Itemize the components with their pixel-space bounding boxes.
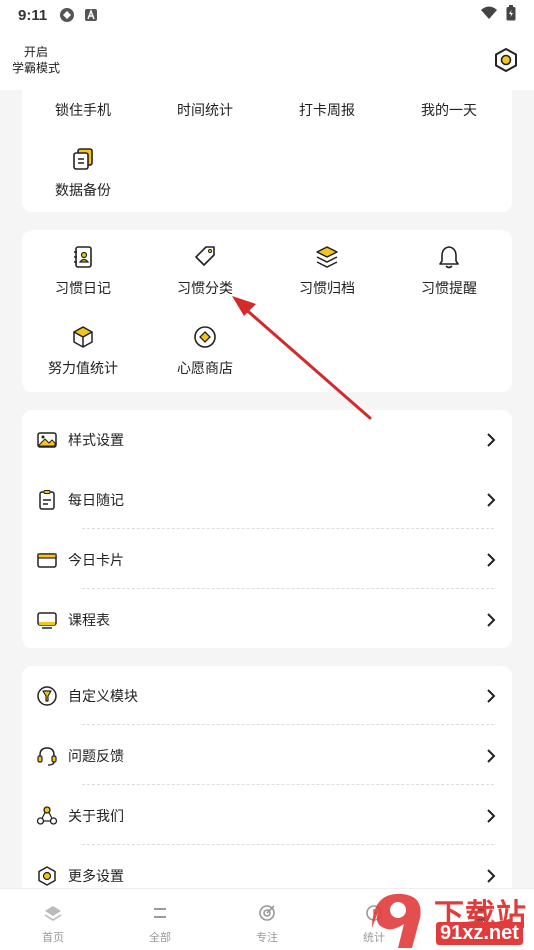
- nav-label: 全部: [149, 932, 171, 944]
- row-divider: [82, 724, 494, 725]
- app-status-icon: [59, 7, 75, 23]
- backup-icon: [70, 146, 96, 172]
- row-label: 每日随记: [68, 492, 124, 508]
- bell-icon: [436, 244, 462, 270]
- status-bar: 9:11: [0, 0, 534, 30]
- row-label: 课程表: [68, 612, 110, 628]
- grid-effort-stats[interactable]: 努力值统计: [22, 324, 144, 378]
- nav-home[interactable]: 首页: [13, 903, 93, 945]
- chevron-right-icon: [484, 433, 498, 447]
- row-label: 问题反馈: [68, 748, 124, 764]
- bottom-nav: 首页 全部 专注 统计 我的: [0, 888, 534, 950]
- chevron-right-icon: [484, 553, 498, 567]
- row-custom-module[interactable]: 自定义模块: [22, 666, 512, 726]
- battery-icon: [506, 5, 516, 25]
- grid-habit-diary[interactable]: 习惯日记: [22, 244, 144, 298]
- grid-habit-reminder[interactable]: 习惯提醒: [388, 244, 510, 298]
- row-about-us[interactable]: 关于我们: [22, 786, 512, 846]
- grid-label: 数据备份: [55, 182, 111, 198]
- grid-label: 习惯日记: [55, 280, 111, 296]
- chevron-right-icon: [484, 613, 498, 627]
- row-label: 样式设置: [68, 432, 124, 448]
- chevron-right-icon: [484, 869, 498, 883]
- grid-label: 心愿商店: [177, 360, 233, 376]
- home-layers-icon: [43, 903, 63, 923]
- row-label: 自定义模块: [68, 688, 138, 704]
- clock-icon: [364, 903, 384, 923]
- nav-stats[interactable]: 统计: [334, 903, 414, 945]
- grid-habit-archive[interactable]: 习惯归档: [266, 244, 388, 298]
- team-icon: [36, 805, 58, 827]
- image-icon: [36, 429, 58, 451]
- wish-coin-icon: [192, 324, 218, 350]
- row-divider: [82, 844, 494, 845]
- clipboard-icon: [36, 489, 58, 511]
- diary-icon: [70, 244, 96, 270]
- row-label: 今日卡片: [68, 552, 124, 568]
- status-time: 9:11: [18, 6, 48, 24]
- chevron-right-icon: [484, 749, 498, 763]
- row-timetable[interactable]: 课程表: [22, 590, 512, 650]
- grid-label: 时间统计: [177, 102, 233, 118]
- grid-checkin-weekly[interactable]: 打卡周报: [266, 100, 388, 120]
- study-mode-line2: 学霸模式: [12, 61, 61, 75]
- nav-all[interactable]: 全部: [120, 903, 200, 945]
- cube-icon: [70, 324, 96, 350]
- grid-wish-store[interactable]: 心愿商店: [144, 324, 266, 378]
- row-feedback[interactable]: 问题反馈: [22, 726, 512, 786]
- hexagon-settings-icon: [36, 865, 58, 887]
- tag-icon: [192, 244, 218, 270]
- nav-focus[interactable]: 专注: [227, 903, 307, 945]
- row-today-card[interactable]: 今日卡片: [22, 530, 512, 590]
- study-mode-line1: 开启: [24, 45, 49, 59]
- nav-label: 统计: [363, 932, 385, 944]
- grid-label: 打卡周报: [299, 102, 355, 118]
- grid-data-backup[interactable]: 数据备份: [22, 146, 144, 200]
- nav-label: 我的: [470, 932, 492, 944]
- row-label: 更多设置: [68, 868, 124, 884]
- settings-list-card: 样式设置 每日随记 今日卡片 课程表: [22, 410, 512, 648]
- wifi-icon: [480, 6, 498, 24]
- header: 开启 学霸模式: [0, 30, 534, 90]
- chevron-right-icon: [484, 809, 498, 823]
- habit-card: 习惯日记 习惯分类 习惯归档 习惯提醒 努力值统计 心愿商店: [22, 230, 512, 392]
- grid-label: 习惯提醒: [421, 280, 477, 296]
- grid-label: 锁住手机: [55, 102, 111, 118]
- nav-mine[interactable]: 我的: [441, 903, 521, 945]
- list-icon: [150, 903, 170, 923]
- row-daily-notes[interactable]: 每日随记: [22, 470, 512, 530]
- grid-label: 努力值统计: [48, 360, 118, 376]
- layers-icon: [314, 244, 340, 270]
- target-icon: [257, 903, 277, 923]
- row-divider: [82, 784, 494, 785]
- nav-label: 首页: [42, 932, 64, 944]
- chevron-right-icon: [484, 493, 498, 507]
- hexagon-settings-icon: [495, 48, 517, 72]
- grid-label: 习惯分类: [177, 280, 233, 296]
- settings-hex-button[interactable]: [490, 44, 522, 76]
- grid-label: 习惯归档: [299, 280, 355, 296]
- tools-card: 锁住手机 时间统计 打卡周报 我的一天 数据备份: [22, 88, 512, 212]
- grid-label: 我的一天: [421, 102, 477, 118]
- row-style-settings[interactable]: 样式设置: [22, 410, 512, 470]
- chevron-right-icon: [484, 689, 498, 703]
- status-right: [480, 5, 516, 25]
- nav-label: 专注: [256, 932, 278, 944]
- study-mode-toggle[interactable]: 开启 学霸模式: [12, 44, 60, 76]
- more-list-card: 自定义模块 问题反馈 关于我们 更多设置: [22, 666, 512, 906]
- headset-icon: [36, 745, 58, 767]
- card-icon: [36, 549, 58, 571]
- grid-time-stats[interactable]: 时间统计: [144, 100, 266, 120]
- grid-lock-phone[interactable]: 锁住手机: [22, 100, 144, 120]
- row-label: 关于我们: [68, 808, 124, 824]
- monitor-icon: [36, 609, 58, 631]
- notification-a-icon: [83, 7, 99, 23]
- grid-my-day[interactable]: 我的一天: [388, 100, 510, 120]
- grid-habit-category[interactable]: 习惯分类: [144, 244, 266, 298]
- custom-module-icon: [36, 685, 58, 707]
- user-icon: [471, 903, 491, 923]
